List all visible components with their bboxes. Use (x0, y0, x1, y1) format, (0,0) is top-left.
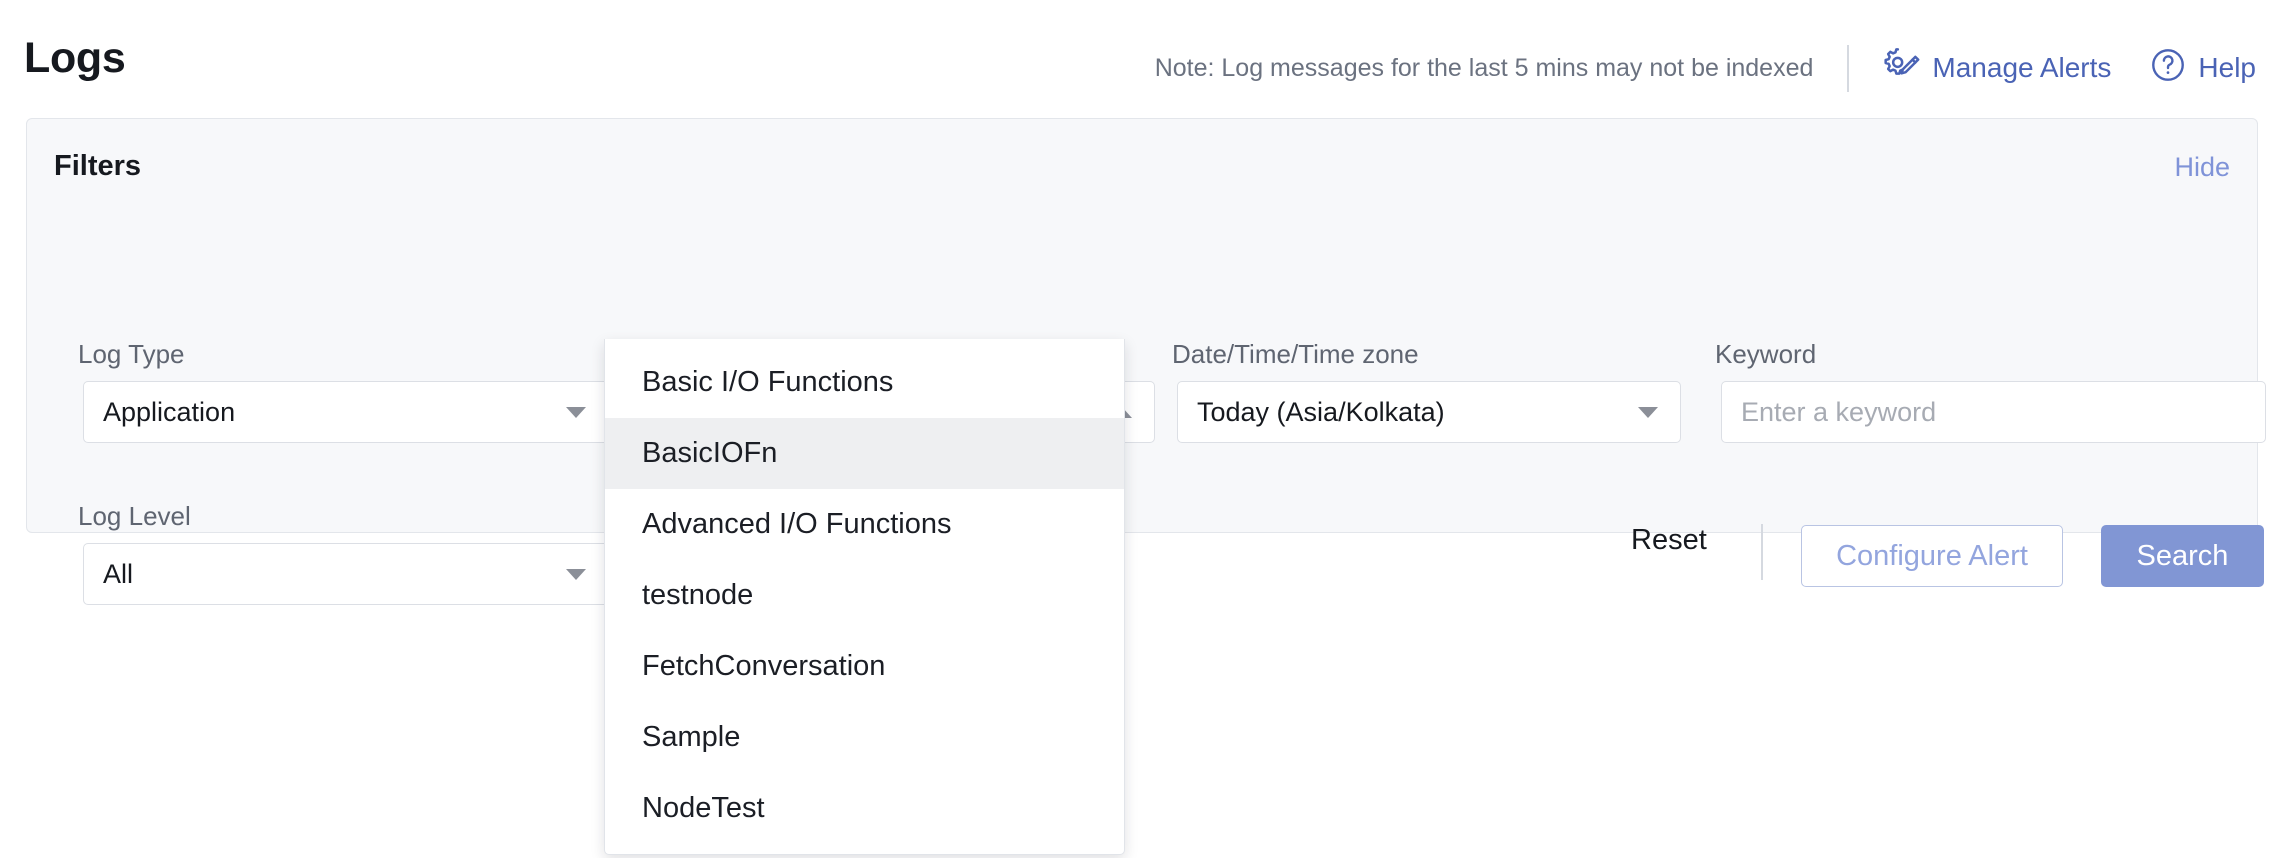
header-actions: Note: Log messages for the last 5 mins m… (1155, 44, 2274, 92)
manage-alerts-link[interactable]: Manage Alerts (1881, 45, 2111, 92)
function-option[interactable]: Sample (605, 702, 1124, 773)
action-divider (1761, 524, 1763, 580)
log-type-select[interactable]: Application (83, 381, 609, 443)
search-button[interactable]: Search (2101, 525, 2264, 587)
keyword-label: Keyword (1715, 339, 1817, 369)
index-delay-note: Note: Log messages for the last 5 mins m… (1154, 53, 1814, 82)
help-label: Help (2198, 52, 2256, 83)
help-link[interactable]: Help (2149, 46, 2256, 91)
configure-alert-button[interactable]: Configure Alert (1801, 525, 2063, 587)
datetime-select[interactable]: Today (Asia/Kolkata) (1177, 381, 1681, 443)
question-circle-icon (2149, 46, 2187, 91)
page-header: Logs Note: Log messages for the last 5 m… (0, 0, 2282, 118)
logs-page: Logs Note: Log messages for the last 5 m… (0, 0, 2282, 858)
function-option[interactable]: Advanced I/O Functions (605, 489, 1124, 560)
manage-alerts-label: Manage Alerts (1932, 52, 2112, 83)
filters-panel: Filters Hide Log Type Application Log Le… (26, 118, 2266, 605)
reset-button[interactable]: Reset (1631, 524, 1707, 557)
function-option[interactable]: Basic I/O Functions (605, 347, 1124, 418)
datetime-value: Today (Asia/Kolkata) (1197, 396, 1445, 427)
gear-pencil-icon (1881, 45, 1921, 92)
hide-filters-link[interactable]: Hide (2174, 152, 2230, 183)
log-type-value: Application (103, 396, 236, 427)
chevron-down-icon (566, 568, 586, 580)
function-option[interactable]: BasicIOFn (605, 418, 1124, 489)
log-level-select[interactable]: All (83, 543, 609, 605)
function-dropdown-menu: Basic I/O Functions BasicIOFn Advanced I/O… (604, 339, 1125, 855)
chevron-down-icon (1638, 406, 1658, 418)
header-divider (1847, 44, 1850, 92)
filters-heading: Filters (54, 150, 142, 182)
function-option[interactable]: testnode (605, 560, 1124, 631)
datetime-label: Date/Time/Time zone (1172, 339, 1419, 369)
log-level-value: All (103, 558, 134, 589)
page-title: Logs (24, 34, 126, 82)
function-option[interactable]: NodeTest (605, 773, 1124, 844)
function-option[interactable]: FetchConversation (605, 631, 1124, 702)
log-level-label: Log Level (78, 501, 191, 531)
log-type-label: Log Type (78, 339, 185, 369)
chevron-down-icon (566, 406, 586, 418)
keyword-input[interactable] (1721, 381, 2266, 443)
